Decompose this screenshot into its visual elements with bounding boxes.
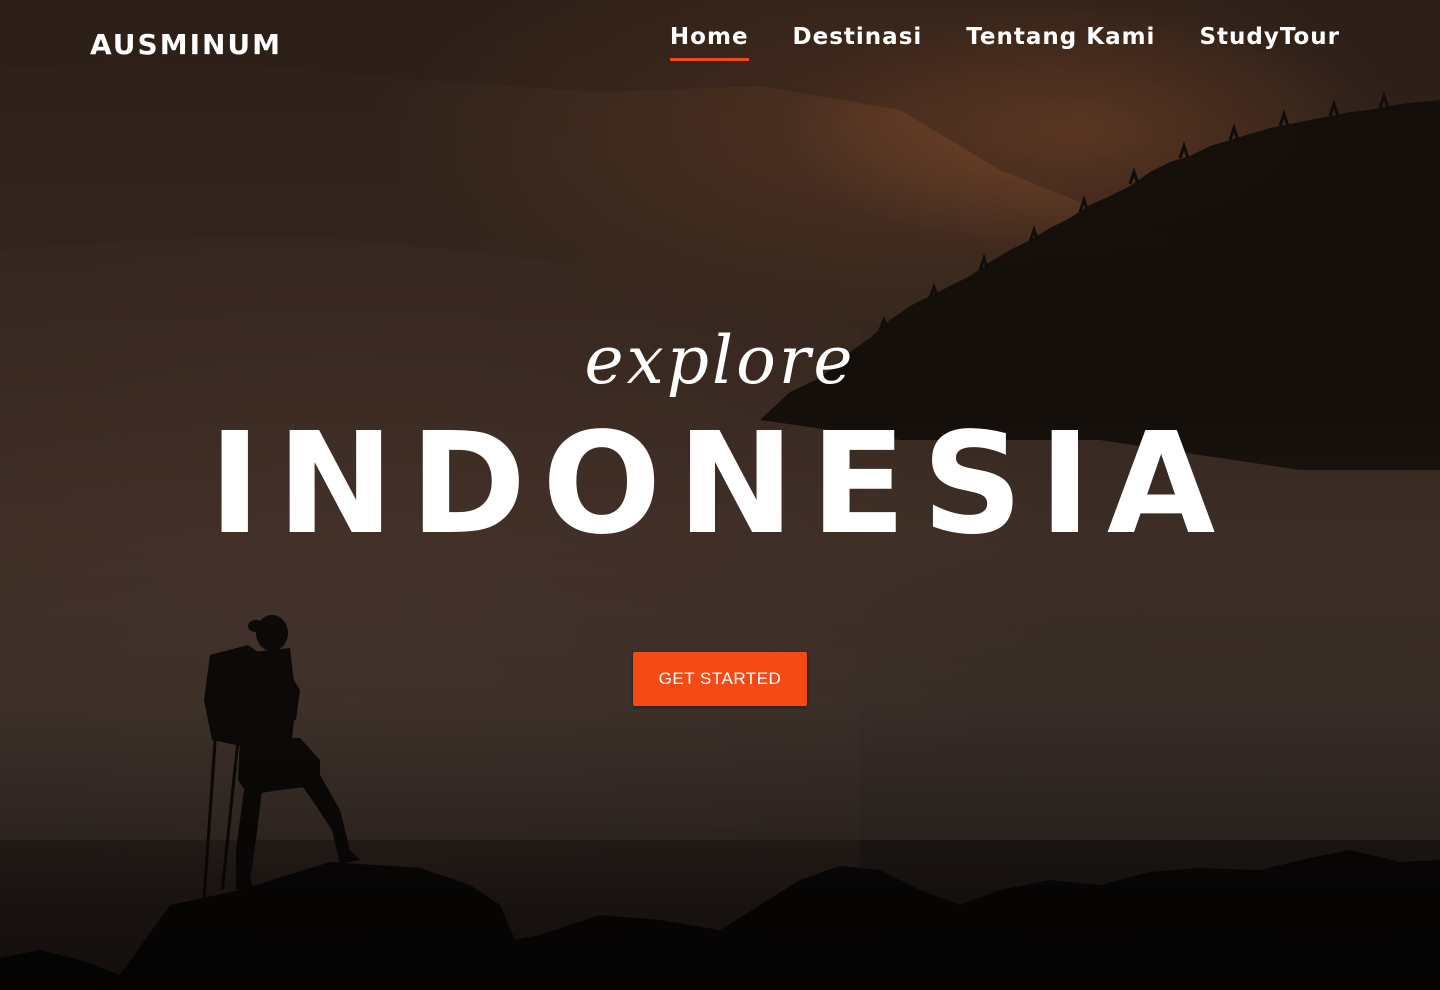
nav-item-home: Home bbox=[669, 24, 749, 61]
hero-headline: INDONESIA bbox=[208, 403, 1232, 566]
nav-link-destinasi[interactable]: Destinasi bbox=[793, 24, 923, 58]
nav-item-tentang-kami: Tentang Kami bbox=[966, 24, 1155, 61]
brand-logo[interactable]: AUSMINUM bbox=[90, 28, 282, 61]
nav-item-studytour: StudyTour bbox=[1199, 24, 1340, 61]
hero-tagline: explore bbox=[584, 322, 856, 399]
top-navbar: AUSMINUM Home Destinasi Tentang Kami Stu… bbox=[0, 0, 1440, 90]
nav-menu: Home Destinasi Tentang Kami StudyTour bbox=[669, 24, 1340, 61]
nav-link-tentang-kami[interactable]: Tentang Kami bbox=[966, 24, 1155, 58]
nav-item-destinasi: Destinasi bbox=[793, 24, 923, 61]
get-started-button[interactable]: GET STARTED bbox=[633, 652, 807, 706]
hero-section: AUSMINUM Home Destinasi Tentang Kami Stu… bbox=[0, 0, 1440, 990]
nav-link-home[interactable]: Home bbox=[669, 24, 749, 61]
nav-link-studytour[interactable]: StudyTour bbox=[1199, 24, 1340, 58]
